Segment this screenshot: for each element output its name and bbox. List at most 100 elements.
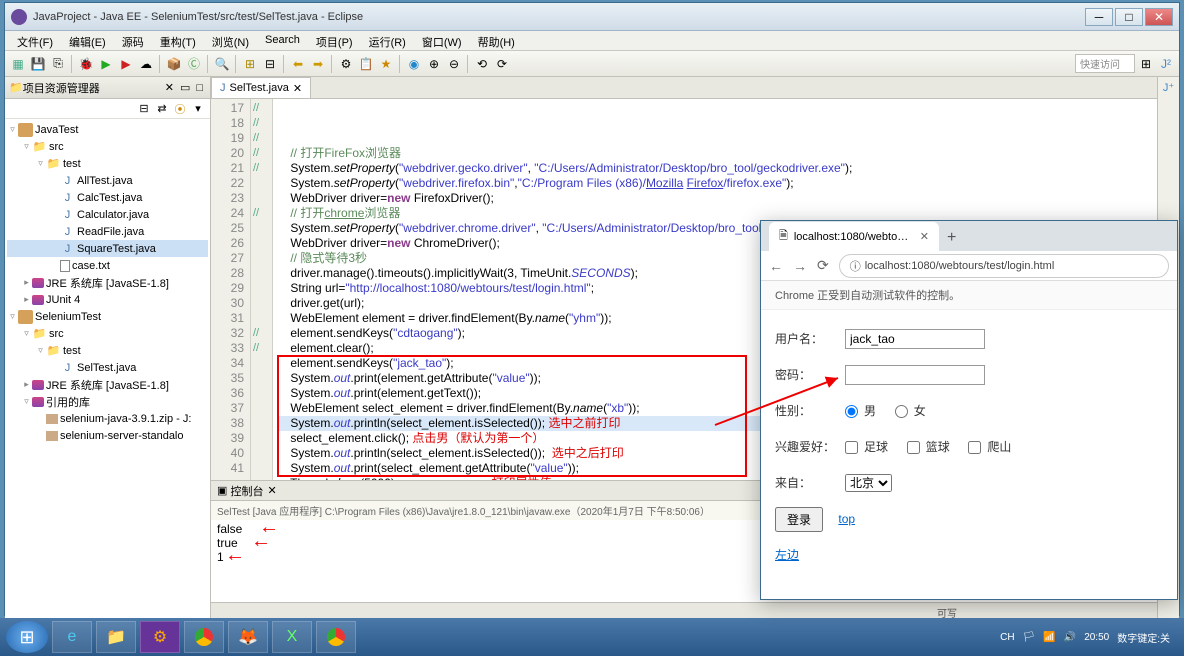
server-icon[interactable]: ☁ — [137, 55, 155, 73]
login-button[interactable]: 登录 — [775, 507, 823, 532]
tray-vol-icon[interactable]: 🔊 — [1064, 632, 1076, 643]
chrome-tab[interactable]: 🗎 localhost:1080/webtours/test/l ✕ — [769, 222, 939, 251]
tb-chrome-icon[interactable] — [184, 621, 224, 653]
menu-item[interactable]: 项目(P) — [308, 31, 361, 50]
nav-icon[interactable]: ⊞ — [241, 55, 259, 73]
password-input[interactable] — [845, 365, 985, 385]
menu-item[interactable]: 文件(F) — [9, 31, 61, 50]
menu-item[interactable]: 编辑(E) — [61, 31, 114, 50]
forward-icon[interactable]: → — [793, 258, 807, 274]
new-icon[interactable]: ▦ — [9, 55, 27, 73]
back-icon[interactable]: ⬅ — [289, 55, 307, 73]
outline-icon[interactable]: J⁺ — [1163, 82, 1174, 94]
collapse-icon[interactable]: ⊟ — [136, 101, 152, 117]
save-icon[interactable]: 💾 — [29, 55, 47, 73]
misc7-icon[interactable]: ⟲ — [473, 55, 491, 73]
nav2-icon[interactable]: ⊟ — [261, 55, 279, 73]
view-min-icon[interactable]: ▭ — [177, 81, 193, 94]
close-button[interactable]: ✕ — [1145, 8, 1173, 26]
persp1-icon[interactable]: ⊞ — [1137, 55, 1155, 73]
saveall-icon[interactable]: ⎘ — [49, 55, 67, 73]
back-icon[interactable]: ← — [769, 258, 783, 274]
top-link[interactable]: top — [838, 504, 855, 534]
tree-node[interactable]: JReadFile.java — [7, 223, 208, 240]
project-tree[interactable]: ▿JavaTest▿📁src▿📁testJAllTest.javaJCalcTe… — [5, 119, 210, 620]
misc8-icon[interactable]: ⟳ — [493, 55, 511, 73]
persp2-icon[interactable]: J² — [1157, 55, 1175, 73]
left-link[interactable]: 左边 — [775, 540, 799, 570]
tab-close-icon[interactable]: ✕ — [293, 82, 302, 95]
tab-close-icon[interactable]: ✕ — [920, 230, 929, 243]
tree-node[interactable]: ▸JRE 系统库 [JavaSE-1.8] — [7, 376, 208, 393]
misc3-icon[interactable]: ★ — [377, 55, 395, 73]
menu-item[interactable]: 运行(R) — [361, 31, 414, 50]
tb-explorer-icon[interactable]: 📁 — [96, 621, 136, 653]
editor-tab[interactable]: J SelTest.java ✕ — [211, 77, 311, 98]
eclipse-titlebar[interactable]: JavaProject - Java EE - SeleniumTest/src… — [5, 3, 1179, 31]
tree-node[interactable]: selenium-server-standalo — [7, 427, 208, 444]
reload-icon[interactable]: ⟳ — [817, 257, 829, 274]
tb-app2-icon[interactable]: X — [272, 621, 312, 653]
link-icon[interactable]: ⇄ — [154, 101, 170, 117]
tree-node[interactable]: ▿引用的库 — [7, 393, 208, 410]
username-input[interactable] — [845, 329, 985, 349]
maximize-button[interactable]: □ — [1115, 8, 1143, 26]
tree-node[interactable]: selenium-java-3.9.1.zip - J: — [7, 410, 208, 427]
newcls-icon[interactable]: Ⓒ — [185, 55, 203, 73]
tree-node[interactable]: case.txt — [7, 257, 208, 274]
minimize-button[interactable]: ─ — [1085, 8, 1113, 26]
menu-item[interactable]: Search — [257, 31, 308, 50]
tree-node[interactable]: JSelTest.java — [7, 359, 208, 376]
menu-item[interactable]: 浏览(N) — [204, 31, 257, 50]
view-max-icon[interactable]: □ — [193, 82, 206, 94]
tb-chrome2-icon[interactable] — [316, 621, 356, 653]
from-select[interactable]: 北京 — [845, 474, 892, 492]
misc1-icon[interactable]: ⚙ — [337, 55, 355, 73]
focus-icon[interactable]: ⦿ — [172, 101, 188, 117]
tray-net-icon[interactable]: 📶 — [1043, 632, 1055, 643]
tree-node[interactable]: ▸JUnit 4 — [7, 291, 208, 308]
search-icon[interactable]: 🔍 — [213, 55, 231, 73]
tree-node[interactable]: JCalcTest.java — [7, 189, 208, 206]
misc5-icon[interactable]: ⊕ — [425, 55, 443, 73]
newpkg-icon[interactable]: 📦 — [165, 55, 183, 73]
new-tab-button[interactable]: + — [939, 225, 964, 251]
console-tab-close-icon[interactable]: ✕ — [267, 484, 276, 497]
tree-node[interactable]: ▿📁test — [7, 155, 208, 172]
cb-climb[interactable] — [968, 441, 981, 454]
system-tray[interactable]: CH 🏳 📶 🔊 20:50 数字键定:关 — [1000, 630, 1178, 645]
menu-item[interactable]: 重构(T) — [152, 31, 204, 50]
tray-ch-icon[interactable]: CH — [1000, 632, 1014, 643]
clock[interactable]: 20:50 — [1084, 632, 1109, 643]
tree-node[interactable]: ▿SeleniumTest — [7, 308, 208, 325]
tray-flag-icon[interactable]: 🏳 — [1023, 632, 1036, 643]
radio-male[interactable] — [845, 405, 858, 418]
tree-node[interactable]: ▿JavaTest — [7, 121, 208, 138]
tb-app1-icon[interactable]: ⚙ — [140, 621, 180, 653]
debug-icon[interactable]: 🐞 — [77, 55, 95, 73]
start-button[interactable]: ⊞ — [6, 621, 48, 653]
tree-node[interactable]: JCalculator.java — [7, 206, 208, 223]
cb-football[interactable] — [845, 441, 858, 454]
fwd-icon[interactable]: ➡ — [309, 55, 327, 73]
tree-node[interactable]: ▿📁test — [7, 342, 208, 359]
misc6-icon[interactable]: ⊖ — [445, 55, 463, 73]
menu-item[interactable]: 窗口(W) — [414, 31, 470, 50]
tb-firefox-icon[interactable]: 🦊 — [228, 621, 268, 653]
run-icon[interactable]: ▶ — [97, 55, 115, 73]
menu-item[interactable]: 帮助(H) — [470, 31, 523, 50]
menu-item[interactable]: 源码 — [114, 31, 152, 50]
tb-ie-icon[interactable]: e — [52, 621, 92, 653]
view-close-icon[interactable]: ✕ — [162, 81, 177, 94]
tree-node[interactable]: ▿📁src — [7, 138, 208, 155]
run-ext-icon[interactable]: ▶ — [117, 55, 135, 73]
misc4-icon[interactable]: ◉ — [405, 55, 423, 73]
tree-node[interactable]: ▸JRE 系统库 [JavaSE-1.8] — [7, 274, 208, 291]
menu-icon[interactable]: ▾ — [190, 101, 206, 117]
radio-female[interactable] — [895, 405, 908, 418]
tree-node[interactable]: JAllTest.java — [7, 172, 208, 189]
cb-basketball[interactable] — [907, 441, 920, 454]
quick-access[interactable]: 快速访问 — [1075, 54, 1135, 73]
tree-node[interactable]: ▿📁src — [7, 325, 208, 342]
misc2-icon[interactable]: 📋 — [357, 55, 375, 73]
